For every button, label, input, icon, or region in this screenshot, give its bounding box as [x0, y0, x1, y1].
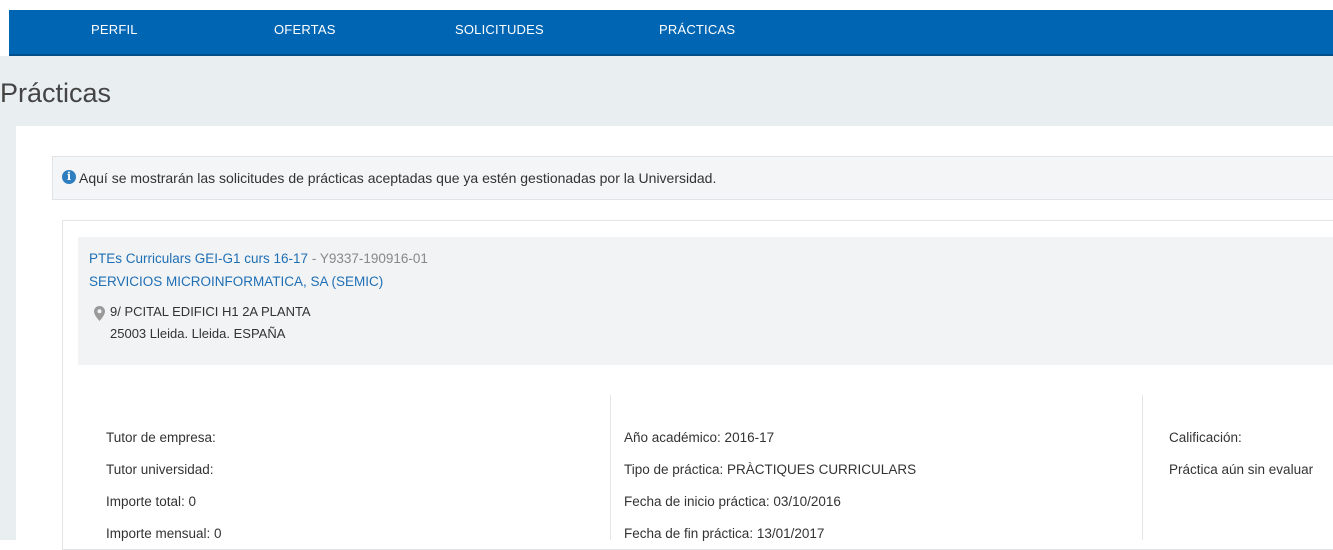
column-divider-1	[610, 395, 611, 540]
page-title: Prácticas	[0, 78, 112, 108]
tab-ofertas[interactable]: OFERTAS	[274, 10, 336, 54]
company-line: SERVICIOS MICROINFORMATICA, SA (SEMIC)	[89, 274, 383, 289]
left-margin	[0, 126, 16, 540]
address-line-1: 9/ PCITAL EDIFICI H1 2A PLANTA	[110, 304, 311, 319]
program-link[interactable]: PTEs Curriculars GEI-G1 curs 16-17	[89, 251, 308, 266]
top-navigation: PERFIL OFERTAS SOLICITUDES PRÁCTICAS	[9, 10, 1333, 56]
start-date: Fecha de inicio práctica: 03/10/2016	[624, 494, 841, 509]
map-pin-icon	[94, 306, 105, 321]
column-divider-2	[1142, 395, 1143, 540]
monthly-amount: Importe mensual: 0	[106, 526, 222, 541]
info-message: i Aquí se mostrarán las solicitudes de p…	[52, 156, 1333, 200]
academic-year: Año académico: 2016-17	[624, 430, 775, 445]
practice-code: - Y9337-190916-01	[308, 251, 428, 266]
program-line: PTEs Curriculars GEI-G1 curs 16-17 - Y93…	[89, 251, 428, 266]
end-date: Fecha de fin práctica: 13/01/2017	[624, 526, 825, 541]
company-panel: PTEs Curriculars GEI-G1 curs 16-17 - Y93…	[78, 237, 1333, 365]
company-tutor: Tutor de empresa:	[106, 430, 216, 445]
info-icon: i	[62, 170, 76, 184]
tab-solicitudes[interactable]: SOLICITUDES	[455, 10, 544, 54]
tab-practicas[interactable]: PRÁCTICAS	[659, 10, 735, 54]
company-link[interactable]: SERVICIOS MICROINFORMATICA, SA (SEMIC)	[89, 274, 383, 289]
address-line-2: 25003 Lleida. Lleida. ESPAÑA	[110, 326, 286, 341]
info-text: Aquí se mostrarán las solicitudes de prá…	[79, 170, 717, 186]
total-amount: Importe total: 0	[106, 494, 197, 509]
practice-type: Tipo de práctica: PRÀCTIQUES CURRICULARS	[624, 462, 917, 477]
grade-status: Práctica aún sin evaluar	[1169, 462, 1314, 477]
page-header: Prácticas	[0, 56, 1333, 126]
grade-label: Calificación:	[1169, 430, 1242, 445]
tab-perfil[interactable]: PERFIL	[91, 10, 138, 54]
university-tutor: Tutor universidad:	[106, 462, 214, 477]
